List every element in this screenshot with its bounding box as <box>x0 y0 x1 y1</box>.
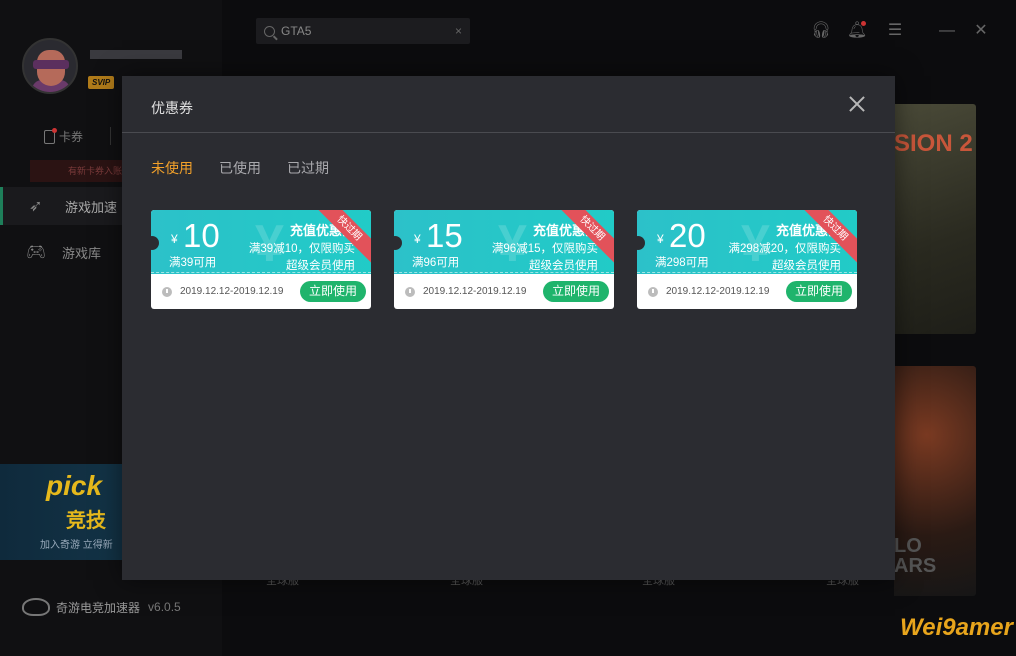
search-icon <box>264 25 275 37</box>
coupon-validity: 2019.12.12-2019.12.19 <box>180 286 284 297</box>
tab-unused[interactable]: 未使用 <box>151 158 193 178</box>
avatar[interactable] <box>22 38 78 94</box>
app-version: v6.0.5 <box>148 600 181 614</box>
bell-icon[interactable]: 🔔︎ <box>846 20 868 42</box>
coupon-validity: 2019.12.12-2019.12.19 <box>666 286 770 297</box>
coupon-perforation <box>394 272 614 273</box>
card-tab-label: 卡券 <box>59 130 84 144</box>
close-icon[interactable]: ✕ <box>970 20 992 42</box>
coupon-perforation <box>151 272 371 273</box>
coupon-amount: 10 <box>183 217 220 254</box>
dialog-title: 优惠券 <box>151 100 193 116</box>
gamepad-icon: 🎮︎ <box>26 244 47 261</box>
app-name: 奇游电竞加速器 <box>56 600 141 615</box>
rocket-icon: ➶ <box>29 198 43 215</box>
promo-mid-text: 竞技 <box>66 510 106 532</box>
top-bar: × 🎧︎ 🔔︎ ☰ — ✕ <box>222 0 1016 64</box>
clock-icon <box>405 287 415 297</box>
game-cover-title: LO ARS <box>894 535 937 577</box>
use-now-button[interactable]: 立即使用 <box>543 281 609 302</box>
clear-search-icon[interactable]: × <box>455 24 462 38</box>
coupon-perforation <box>637 272 857 273</box>
username-redacted <box>90 50 182 59</box>
coupon-currency: ¥ <box>414 232 421 246</box>
coupon-description: 满298减20，仅限购买 <box>728 243 841 255</box>
list-icon[interactable]: ☰ <box>884 20 906 42</box>
coupon-card: ¥ ¥ 15 满96可用 充值优惠券 满96减15，仅限购买 超级会员使用 快过… <box>394 210 614 309</box>
svip-badge: SVIP <box>88 76 115 89</box>
coupon-dialog: 优惠券 未使用 已使用 已过期 ¥ ¥ 10 满39可用 充值优惠券 满39减1… <box>122 76 895 580</box>
coupon-threshold: 满298可用 <box>655 257 709 269</box>
coupon-header: ¥ ¥ 20 满298可用 充值优惠券 满298减20，仅限购买 超级会员使用 … <box>637 210 857 274</box>
coupon-currency: ¥ <box>657 232 664 246</box>
headset-icon[interactable]: 🎧︎ <box>810 20 832 42</box>
app-logo-icon <box>22 598 50 616</box>
tab-expired[interactable]: 已过期 <box>287 158 329 178</box>
coupon-threshold: 满96可用 <box>412 257 460 269</box>
game-cover[interactable]: SION 2 <box>894 104 976 334</box>
nav-label: 游戏库 <box>62 245 102 261</box>
nav-label: 游戏加速 <box>65 199 118 215</box>
divider <box>122 132 895 133</box>
coupon-currency: ¥ <box>171 232 178 246</box>
search-box[interactable]: × <box>256 18 470 44</box>
game-cover[interactable]: LO ARS <box>894 366 976 596</box>
coupon-card: ¥ ¥ 10 满39可用 充值优惠券 满39减10，仅限购买 超级会员使用 快过… <box>151 210 371 309</box>
clock-icon <box>162 287 172 297</box>
clock-icon <box>648 287 658 297</box>
use-now-button[interactable]: 立即使用 <box>786 281 852 302</box>
coupon-description: 满96减15，仅限购买 <box>491 243 598 255</box>
game-cover-title: SION 2 <box>894 130 973 157</box>
coupon-card: ¥ ¥ 20 满298可用 充值优惠券 满298减20，仅限购买 超级会员使用 … <box>637 210 857 309</box>
site-watermark: Wei9amer <box>900 614 1013 641</box>
coupon-header: ¥ ¥ 10 满39可用 充值优惠券 满39减10，仅限购买 超级会员使用 快过… <box>151 210 371 274</box>
promo-big-text: pick <box>46 470 103 501</box>
divider <box>110 127 111 145</box>
card-voucher-tab[interactable]: 卡券 <box>44 127 84 145</box>
use-now-button[interactable]: 立即使用 <box>300 281 366 302</box>
coupon-user-type: 超级会员使用 <box>772 260 841 272</box>
coupon-header: ¥ ¥ 15 满96可用 充值优惠券 满96减15，仅限购买 超级会员使用 快过… <box>394 210 614 274</box>
coupon-validity: 2019.12.12-2019.12.19 <box>423 286 527 297</box>
coupon-user-type: 超级会员使用 <box>286 260 355 272</box>
minimize-icon[interactable]: — <box>936 20 958 42</box>
promo-small-text: 加入奇游 立得新 <box>40 540 113 551</box>
tab-used[interactable]: 已使用 <box>219 158 261 178</box>
search-input[interactable] <box>281 24 449 38</box>
coupon-user-type: 超级会员使用 <box>529 260 598 272</box>
close-icon[interactable] <box>847 94 867 114</box>
coupon-description: 满39减10，仅限购买 <box>248 243 355 255</box>
card-icon <box>44 127 57 144</box>
coupon-amount: 20 <box>669 217 706 254</box>
coupon-threshold: 满39可用 <box>169 257 217 269</box>
app-brand: 奇游电竞加速器 v6.0.5 <box>22 598 181 616</box>
coupon-amount: 15 <box>426 217 463 254</box>
